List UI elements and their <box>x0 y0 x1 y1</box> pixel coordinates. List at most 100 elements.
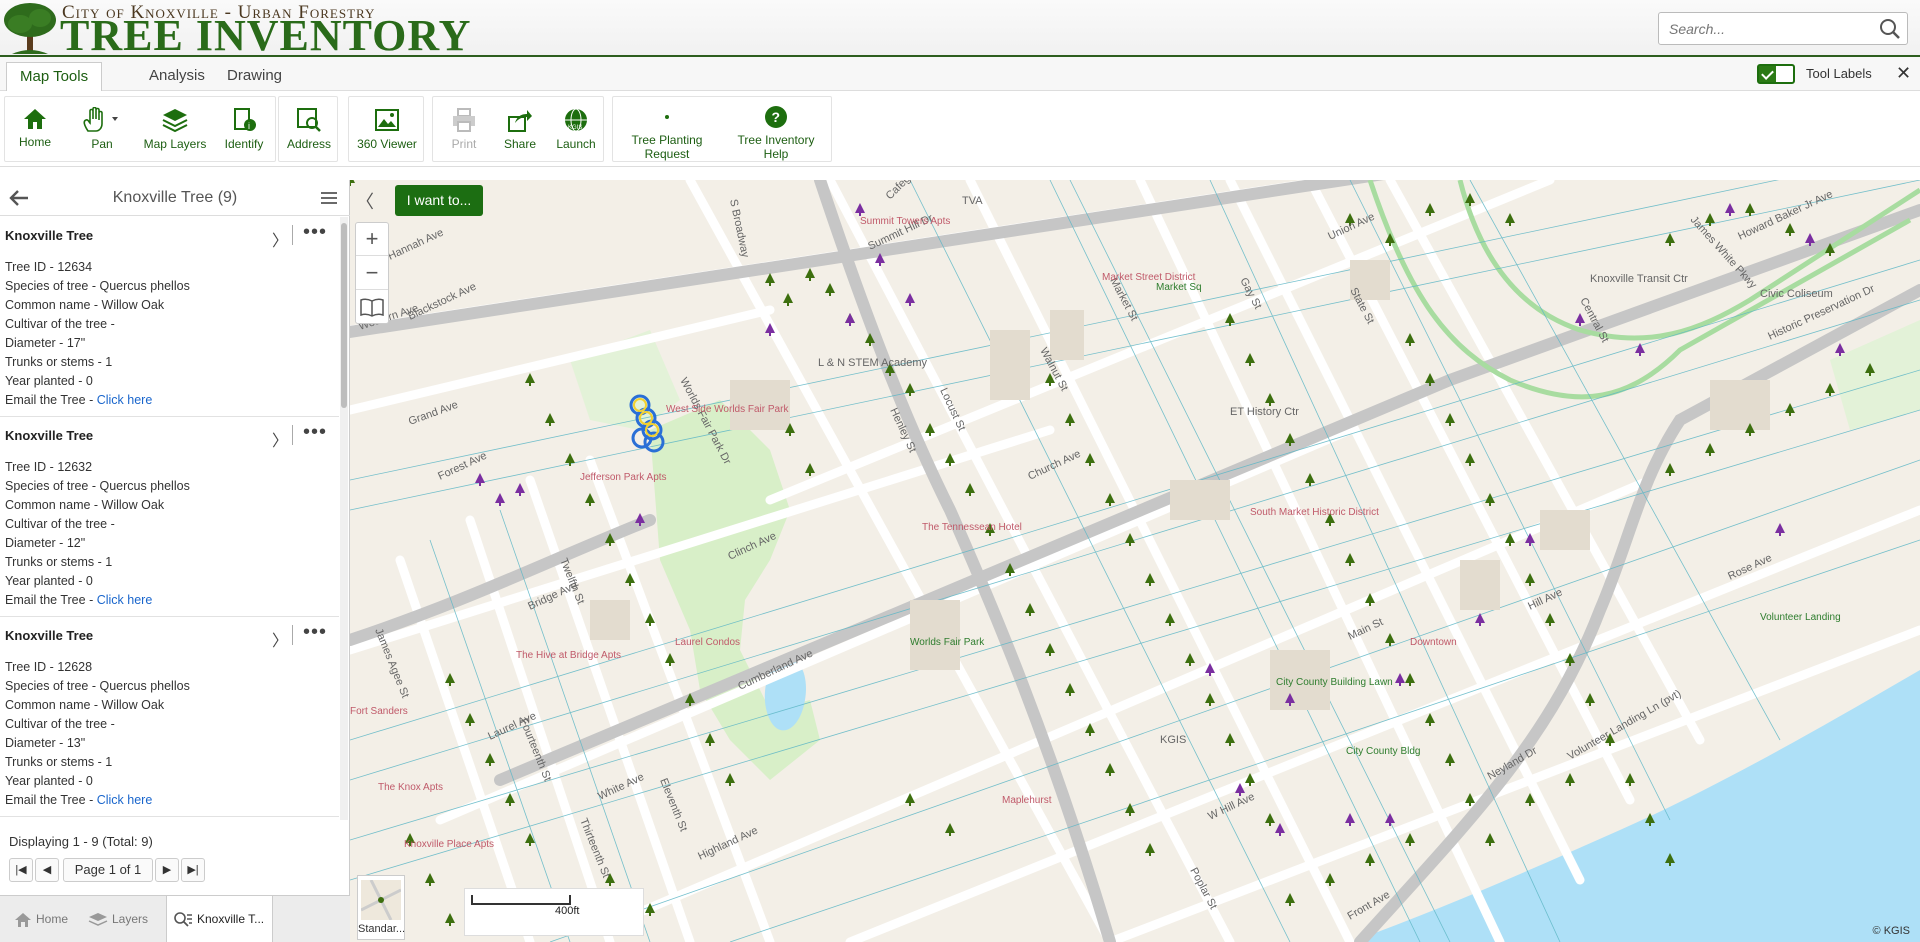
divider <box>292 425 293 445</box>
tree-planting-label-2: Request <box>644 147 690 161</box>
basemap-label: Standar... <box>358 923 406 935</box>
scrollbar-thumb[interactable] <box>341 223 347 408</box>
map-place-label: Summit Towers Apts <box>860 216 950 227</box>
tool-labels-toggle[interactable] <box>1757 64 1795 84</box>
email-link[interactable]: Click here <box>97 393 153 407</box>
email-link[interactable]: Click here <box>97 793 153 807</box>
last-page-button[interactable]: ▶| <box>181 858 205 882</box>
zoom-control: + − <box>355 222 389 324</box>
map-place-label: Knoxville Transit Ctr <box>1590 273 1688 285</box>
bottom-tab-layers[interactable]: Layers <box>88 896 148 942</box>
chevron-right-icon[interactable]: 〉 <box>272 427 288 451</box>
basemap-switcher[interactable]: Standar... <box>357 875 405 940</box>
toolbar-group-360: 360 Viewer <box>348 96 424 162</box>
map-street-label: Grand Ave <box>407 399 460 428</box>
email-link[interactable]: Click here <box>97 593 153 607</box>
result-item[interactable]: Knoxville Tree 〉 ••• Tree ID - 12632 Spe… <box>0 417 339 617</box>
pan-button[interactable]: Pan <box>67 107 137 151</box>
home-icon <box>24 109 46 129</box>
search-icon[interactable] <box>1879 18 1901 40</box>
map-place-label: Volunteer Landing <box>1760 612 1841 623</box>
tree-diameter: Diameter - 12" <box>5 536 86 550</box>
email-label: Email the Tree - <box>5 793 94 807</box>
tree-planting-request-button[interactable]: Tree Planting Request <box>623 105 711 161</box>
tree-common-name: Common name - Willow Oak <box>5 698 165 712</box>
map-place-label: City County Building Lawn <box>1276 677 1393 688</box>
map-view[interactable]: Western Ave Grand Ave Worlds Fair Park D… <box>350 180 1920 942</box>
book-icon <box>360 298 384 317</box>
address-button[interactable]: Address <box>283 107 335 151</box>
tab-analysis[interactable]: Analysis <box>136 62 218 91</box>
zoom-out-button[interactable]: − <box>356 257 388 290</box>
tree-id: Tree ID - 12628 <box>5 660 93 674</box>
map-place-label: Fort Sanders <box>350 706 408 717</box>
app-header: City of Knoxville - Urban Forestry TREE … <box>0 0 1920 60</box>
next-page-button[interactable]: ▶ <box>155 858 179 882</box>
collapse-panel-icon[interactable]: 〈 <box>356 188 378 212</box>
toolbar-group-tree: Tree Planting Request ? Tree Inventory H… <box>612 96 832 162</box>
chevron-right-icon[interactable]: 〉 <box>272 227 288 251</box>
i-want-to-button[interactable]: I want to... <box>395 185 483 216</box>
map-street-label: Hill Ave <box>1526 586 1564 612</box>
tree-year: Year planted - 0 <box>5 774 93 788</box>
tree-email: Email the Tree - Click here <box>5 793 152 807</box>
print-label: Print <box>451 137 477 151</box>
viewer-360-button[interactable]: 360 Viewer <box>353 107 421 151</box>
tree-planting-label-1: Tree Planting <box>631 133 703 147</box>
tree-logo-icon <box>4 3 56 54</box>
tab-drawing[interactable]: Drawing <box>214 62 295 91</box>
home-button[interactable]: Home <box>11 107 59 149</box>
print-button[interactable]: Print <box>439 107 489 151</box>
results-scrollbar[interactable] <box>340 217 348 820</box>
result-item[interactable]: Knoxville Tree 〉 ••• Tree ID - 12634 Spe… <box>0 217 339 417</box>
panel-title: Knoxville Tree (9) <box>112 189 238 206</box>
close-icon[interactable]: ✕ <box>1896 63 1911 84</box>
tree-trunks: Trunks or stems - 1 <box>5 355 113 369</box>
tree-cultivar: Cultivar of the tree - <box>5 517 115 531</box>
basemap[interactable]: Western Ave Grand Ave Worlds Fair Park D… <box>350 180 1920 942</box>
panel-header: Knoxville Tree (9) <box>0 180 350 216</box>
more-options-icon[interactable]: ••• <box>303 221 327 244</box>
tree-markers <box>350 180 355 186</box>
zoom-in-button[interactable]: + <box>356 223 388 256</box>
bottom-tab-knoxville-tree[interactable]: Knoxville T... <box>166 896 274 942</box>
app-title: TREE INVENTORY <box>60 11 472 60</box>
chevron-right-icon[interactable]: 〉 <box>272 627 288 651</box>
display-info: Displaying 1 - 9 (Total: 9) <box>9 834 153 849</box>
bottom-tab-home[interactable]: Home <box>14 896 68 942</box>
launch-button[interactable]: KGIS Launch <box>551 107 601 151</box>
share-button[interactable]: Share <box>495 107 545 151</box>
tree-common-name: Common name - Willow Oak <box>5 298 165 312</box>
result-item[interactable]: Knoxville Tree 〉 ••• Tree ID - 12628 Spe… <box>0 617 339 817</box>
more-options-icon[interactable]: ••• <box>303 421 327 444</box>
check-icon <box>1759 66 1776 82</box>
tab-map-tools[interactable]: Map Tools <box>6 62 103 91</box>
tree-species: Species of tree - Quercus phellos <box>5 479 190 493</box>
tree-inventory-help-button[interactable]: ? Tree Inventory Help <box>731 105 821 161</box>
more-options-icon[interactable]: ••• <box>303 621 327 644</box>
toolbar-group-address: Address <box>278 96 338 162</box>
map-place-label: Laurel Condos <box>675 637 740 648</box>
list-menu-icon[interactable] <box>320 190 338 206</box>
home-icon <box>15 912 31 927</box>
scale-bar: 400ft <box>464 888 644 936</box>
page-indicator: Page 1 of 1 <box>63 858 153 882</box>
panorama-icon <box>375 109 399 131</box>
map-place-label: The Tennessean Hotel <box>922 522 1022 533</box>
result-title: Knoxville Tree <box>5 228 94 243</box>
search-input[interactable] <box>1659 13 1859 44</box>
tree-email: Email the Tree - Click here <box>5 393 152 407</box>
pan-label: Pan <box>91 137 113 151</box>
bookmarks-button[interactable] <box>356 291 388 324</box>
map-layers-button[interactable]: Map Layers <box>143 107 207 151</box>
bottom-tab-home-label: Home <box>36 912 69 926</box>
bottom-tab-layers-label: Layers <box>112 912 149 926</box>
basemap-thumbnail-icon <box>360 879 402 921</box>
svg-text:KGIS: KGIS <box>568 125 582 131</box>
map-place-label: L & N STEM Academy <box>818 357 928 369</box>
first-page-button[interactable]: |◀ <box>9 858 33 882</box>
map-street-label: Cafego Pl <box>884 180 927 202</box>
identify-button[interactable]: i Identify <box>217 107 271 151</box>
prev-page-button[interactable]: ◀ <box>35 858 59 882</box>
result-title: Knoxville Tree <box>5 628 94 643</box>
